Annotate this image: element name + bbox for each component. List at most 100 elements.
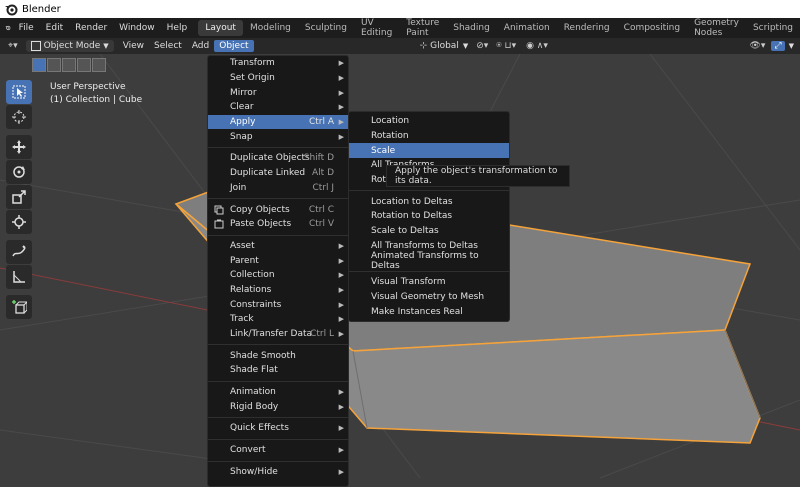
tab-sculpting[interactable]: Sculpting <box>298 20 354 36</box>
object-menu-item-mirror[interactable]: Mirror ▶ <box>208 85 348 100</box>
menu-item-label: Duplicate Linked <box>230 168 306 179</box>
menu-item-label: Apply <box>230 117 256 128</box>
shortcut-label: Ctrl C <box>308 204 334 215</box>
menu-separator <box>208 380 348 382</box>
mode-selector[interactable]: Object Mode ▼ <box>25 40 114 52</box>
apply-menu-item-visual-geometry-to-mesh[interactable]: Visual Geometry to Mesh <box>349 290 509 305</box>
menu-item-label: Copy Objects <box>230 204 290 215</box>
apply-menu-item-make-instances-real[interactable]: Make Instances Real <box>349 304 509 319</box>
menu-item-label: Rigid Body <box>230 401 279 412</box>
tool-cursor[interactable] <box>6 105 32 129</box>
proportional-edit-icon[interactable]: ◉ ∧▾ <box>526 41 548 51</box>
menu-object[interactable]: Object <box>214 40 254 52</box>
submenu-arrow-icon: ▶ <box>338 88 344 97</box>
rotate-icon <box>13 166 25 178</box>
tool-rotate[interactable] <box>6 160 32 184</box>
object-menu-item-quick-effects[interactable]: Quick Effects ▶ <box>208 421 348 436</box>
object-menu-item-asset[interactable]: Asset ▶ <box>208 239 348 254</box>
object-menu-item-animation[interactable]: Animation ▶ <box>208 385 348 400</box>
transform-icon <box>12 215 26 229</box>
object-menu-item-paste-objects[interactable]: Paste Objects Ctrl V <box>208 217 348 232</box>
object-menu-item-parent[interactable]: Parent ▶ <box>208 253 348 268</box>
select-invert-icon[interactable] <box>77 58 91 72</box>
tab-scripting[interactable]: Scripting <box>746 20 800 36</box>
tool-add-cube[interactable] <box>6 295 32 319</box>
tab-modeling[interactable]: Modeling <box>243 20 298 36</box>
tab-layout[interactable]: Layout <box>198 20 243 36</box>
object-menu-item-join[interactable]: Join Ctrl J <box>208 181 348 196</box>
gizmo-toggle-icon[interactable]: ⤢ <box>771 41 785 51</box>
tool-scale[interactable] <box>6 185 32 209</box>
shortcut-label: Shift D <box>303 153 334 164</box>
apply-menu-item-location-to-deltas[interactable]: Location to Deltas <box>349 194 509 209</box>
tab-animation[interactable]: Animation <box>497 20 557 36</box>
cursor-arrow-icon <box>12 85 26 99</box>
menu-render[interactable]: Render <box>69 23 113 33</box>
scale-icon <box>12 190 26 204</box>
apply-menu-item-location[interactable]: Location <box>349 114 509 129</box>
tool-transform[interactable] <box>6 210 32 234</box>
object-menu-item-transform[interactable]: Transform ▶ <box>208 56 348 71</box>
object-menu-item-duplicate-objects[interactable]: Duplicate Objects Shift D <box>208 151 348 166</box>
object-menu-item-constraints[interactable]: Constraints ▶ <box>208 297 348 312</box>
apply-menu-item-rotation[interactable]: Rotation <box>349 129 509 144</box>
object-menu-item-duplicate-linked[interactable]: Duplicate Linked Alt D <box>208 166 348 181</box>
object-menu-item-rigid-body[interactable]: Rigid Body ▶ <box>208 399 348 414</box>
object-menu-item-convert[interactable]: Convert ▶ <box>208 443 348 458</box>
menu-separator <box>208 344 348 346</box>
tool-move[interactable] <box>6 135 32 159</box>
menu-item-label: Location to Deltas <box>371 196 453 207</box>
menu-item-label: Duplicate Objects <box>230 153 310 164</box>
object-menu-item-track[interactable]: Track ▶ <box>208 312 348 327</box>
object-menu-item-relations[interactable]: Relations ▶ <box>208 283 348 298</box>
tab-compositing[interactable]: Compositing <box>617 20 687 36</box>
menu-edit[interactable]: Edit <box>40 23 69 33</box>
tool-select-box[interactable] <box>6 80 32 104</box>
apply-menu-item-scale[interactable]: Scale <box>349 143 509 159</box>
tooltip: Apply the object's transformation to its… <box>386 165 570 187</box>
apply-menu-item-visual-transform[interactable]: Visual Transform <box>349 275 509 290</box>
tool-measure[interactable] <box>6 265 32 289</box>
visibility-icon[interactable]: 👁▾ <box>749 41 765 51</box>
move-icon <box>12 140 26 154</box>
menu-select[interactable]: Select <box>149 40 187 52</box>
transform-orientation[interactable]: Global <box>430 41 459 51</box>
object-menu-item-link-transfer-data[interactable]: Link/Transfer Data Ctrl L ▶ <box>208 327 348 342</box>
pivot-icon[interactable]: ⊘▾ <box>476 41 488 51</box>
select-new-icon[interactable] <box>32 58 46 72</box>
apply-menu-item-animated-transforms-to-deltas[interactable]: Animated Transforms to Deltas <box>349 251 509 271</box>
apply-menu-item-rotation-to-deltas[interactable]: Rotation to Deltas <box>349 209 509 224</box>
menu-help[interactable]: Help <box>161 23 194 33</box>
object-menu-item-shade-flat[interactable]: Shade Flat <box>208 363 348 378</box>
select-intersect-icon[interactable] <box>92 58 106 72</box>
menu-file[interactable]: File <box>13 23 40 33</box>
shortcut-label: Alt D <box>312 168 334 179</box>
object-menu-item-apply[interactable]: Apply Ctrl A ▶ <box>208 114 348 130</box>
object-menu-item-snap[interactable]: Snap ▶ <box>208 129 348 144</box>
select-subtract-icon[interactable] <box>62 58 76 72</box>
object-menu-item-show-hide[interactable]: Show/Hide ▶ <box>208 465 348 480</box>
menu-item-label: Clear <box>230 102 254 113</box>
menu-view[interactable]: View <box>118 40 149 52</box>
perspective-label: User Perspective <box>50 82 126 92</box>
menu-window[interactable]: Window <box>113 23 161 33</box>
menu-add[interactable]: Add <box>187 40 214 52</box>
apply-menu-item-scale-to-deltas[interactable]: Scale to Deltas <box>349 224 509 239</box>
object-menu-item-clear[interactable]: Clear ▶ <box>208 100 348 115</box>
object-menu-item-set-origin[interactable]: Set Origin ▶ <box>208 71 348 86</box>
tab-shading[interactable]: Shading <box>446 20 497 36</box>
select-extend-icon[interactable] <box>47 58 61 72</box>
object-menu-item-collection[interactable]: Collection ▶ <box>208 268 348 283</box>
menu-item-label: Track <box>230 314 254 325</box>
submenu-arrow-icon: ▶ <box>338 103 344 112</box>
chevron-down-icon[interactable]: ▼ <box>789 42 794 50</box>
editor-type-icon[interactable]: ⌖▾ <box>8 41 18 51</box>
object-menu-item-copy-objects[interactable]: Copy Objects Ctrl C <box>208 202 348 217</box>
tab-rendering[interactable]: Rendering <box>557 20 617 36</box>
menu-separator <box>208 198 348 200</box>
object-menu-item-shade-smooth[interactable]: Shade Smooth <box>208 348 348 363</box>
snap-icon[interactable]: ⍟ ⊔▾ <box>496 41 516 51</box>
blender-menu-icon[interactable] <box>4 21 13 35</box>
submenu-arrow-icon: ▶ <box>338 241 344 250</box>
tool-annotate[interactable] <box>6 240 32 264</box>
